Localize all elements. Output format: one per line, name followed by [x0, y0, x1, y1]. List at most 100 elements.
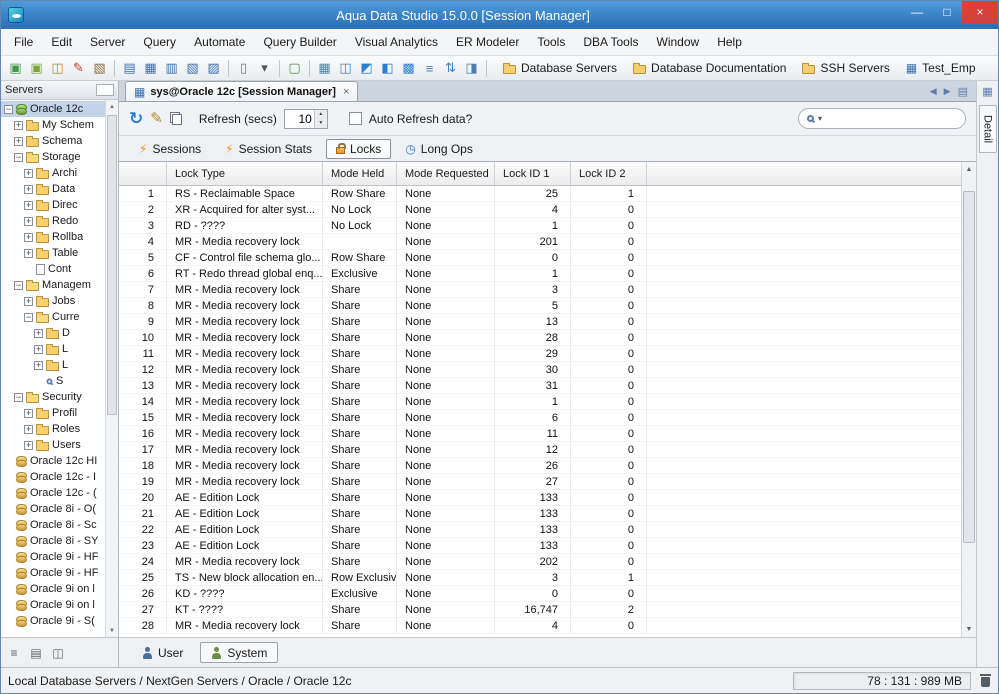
menu-query-builder[interactable]: Query Builder [254, 29, 345, 55]
menu-er-modeler[interactable]: ER Modeler [447, 29, 528, 55]
expand-toggle-icon[interactable]: + [24, 200, 33, 210]
row-lines-icon[interactable]: ≡ [419, 58, 440, 78]
expand-toggle-icon[interactable]: + [24, 168, 33, 178]
grid-scroll-up-icon[interactable]: ▲ [962, 162, 976, 177]
tree-item-cont[interactable]: Cont [1, 261, 105, 277]
expand-toggle-icon[interactable]: + [24, 408, 33, 418]
table-row[interactable]: 24 MR - Media recovery lock Share None 202 0 [119, 554, 961, 570]
split-left-icon[interactable]: ◧ [377, 58, 398, 78]
menu-server[interactable]: Server [81, 29, 134, 55]
tab-close-icon[interactable]: × [343, 86, 349, 98]
export-grid-icon[interactable]: ▧ [182, 58, 203, 78]
column-header-mode-held[interactable]: Mode Held [323, 162, 397, 185]
database-documentation-button[interactable]: Database Documentation [625, 58, 794, 78]
detail-tab[interactable]: Detail [978, 105, 997, 154]
paste-icon[interactable]: ▯ [233, 58, 254, 78]
tree-item-archi[interactable]: + Archi [1, 165, 105, 181]
dock-grid-icon[interactable]: ▤ [26, 643, 46, 663]
table-row[interactable]: 26 KD - ???? Exclusive None 0 0 [119, 586, 961, 602]
freeze-pane-icon[interactable]: ◨ [461, 58, 482, 78]
server-monitor-icon[interactable]: ▢ [284, 58, 305, 78]
tab-session-manager[interactable]: ▦ sys@Oracle 12c [Session Manager] × [125, 81, 359, 101]
table-row[interactable]: 20 AE - Edition Lock Share None 133 0 [119, 490, 961, 506]
results-grid-icon[interactable]: ▦ [140, 58, 161, 78]
expand-toggle-icon[interactable]: + [34, 328, 43, 338]
dock-folder-icon[interactable]: ◫ [48, 643, 68, 663]
paste-options-icon[interactable]: ▾ [254, 58, 275, 78]
menu-window[interactable]: Window [648, 29, 709, 55]
column-header-mode-requested[interactable]: Mode Requested [397, 162, 495, 185]
tree-item-direc[interactable]: + Direc [1, 197, 105, 213]
expand-toggle-icon[interactable]: + [14, 120, 23, 130]
garbage-collect-icon[interactable] [980, 674, 991, 687]
tree-item-oracle-12c[interactable]: − Oracle 12c [1, 101, 105, 117]
tree-item-jobs[interactable]: + Jobs [1, 293, 105, 309]
table-row[interactable]: 12 MR - Media recovery lock Share None 30 0 [119, 362, 961, 378]
bottom-tab-user[interactable]: User [131, 642, 194, 663]
subtab-session-stats[interactable]: ⚡ Session Stats [215, 139, 322, 159]
tree-item-data[interactable]: + Data [1, 181, 105, 197]
grid-all-icon[interactable]: ▩ [398, 58, 419, 78]
expand-toggle-icon[interactable]: + [14, 136, 23, 146]
expand-toggle-icon[interactable]: + [34, 344, 43, 354]
grid-scrollbar-thumb[interactable] [963, 191, 975, 543]
database-servers-button[interactable]: Database Servers [495, 58, 625, 78]
grid-view-icon[interactable]: ▦ [314, 58, 335, 78]
table-row[interactable]: 17 MR - Media recovery lock Share None 12 0 [119, 442, 961, 458]
sidebar-scrollbar[interactable]: ▲ ▼ [105, 100, 118, 637]
tree-item-oracle-9i-on-l[interactable]: Oracle 9i on l [1, 581, 105, 597]
ssh-servers-button[interactable]: SSH Servers [794, 58, 897, 78]
tree-item-oracle-12c-hi[interactable]: Oracle 12c HI [1, 453, 105, 469]
table-row[interactable]: 11 MR - Media recovery lock Share None 29 0 [119, 346, 961, 362]
expand-toggle-icon[interactable]: + [24, 248, 33, 258]
table-row[interactable]: 13 MR - Media recovery lock Share None 31 0 [119, 378, 961, 394]
table-row[interactable]: 27 KT - ???? Share None 16,747 2 [119, 602, 961, 618]
collapse-toggle-icon[interactable]: − [14, 280, 23, 290]
scroll-up-icon[interactable]: ▲ [106, 100, 118, 113]
tree-item-my-schem[interactable]: + My Schem [1, 117, 105, 133]
tree-item-redo[interactable]: + Redo [1, 213, 105, 229]
refresh-icon[interactable]: ↻ [129, 110, 143, 127]
menu-visual-analytics[interactable]: Visual Analytics [346, 29, 447, 55]
menu-query[interactable]: Query [134, 29, 185, 55]
table-row[interactable]: 23 AE - Edition Lock Share None 133 0 [119, 538, 961, 554]
register-server-group-icon[interactable]: ▣ [26, 58, 47, 78]
tree-item-oracle-8i-sy[interactable]: Oracle 8i - SY [1, 533, 105, 549]
tree-item-oracle-12c[interactable]: Oracle 12c - ( [1, 485, 105, 501]
tree-item-storage[interactable]: − Storage [1, 149, 105, 165]
menu-tools[interactable]: Tools [528, 29, 574, 55]
test-emp-button[interactable]: ▦ Test_Emp [898, 58, 984, 78]
table-row[interactable]: 4 MR - Media recovery lock None 201 0 [119, 234, 961, 250]
tree-item-l[interactable]: + L [1, 357, 105, 373]
table-row[interactable]: 28 MR - Media recovery lock Share None 4 0 [119, 618, 961, 634]
subtab-locks[interactable]: Locks [325, 138, 392, 159]
table-row[interactable]: 3 RD - ???? No Lock None 1 0 [119, 218, 961, 234]
expand-toggle-icon[interactable]: + [34, 360, 43, 370]
edit-server-icon[interactable]: ✎ [68, 58, 89, 78]
auto-refresh-checkbox[interactable] [348, 112, 362, 125]
tree-item-oracle-8i-sc[interactable]: Oracle 8i - Sc [1, 517, 105, 533]
menu-file[interactable]: File [5, 29, 42, 55]
table-row[interactable]: 6 RT - Redo thread global enq... Exclusive… [119, 266, 961, 282]
tree-item-profil[interactable]: + Profil [1, 405, 105, 421]
expand-toggle-icon[interactable]: + [24, 440, 33, 450]
tree-item-oracle-9i-on-l[interactable]: Oracle 9i on l [1, 597, 105, 613]
grid-scrollbar[interactable]: ▲ ▼ [961, 162, 976, 637]
pin-results-icon[interactable]: ▥ [161, 58, 182, 78]
column-header-lock-id-1[interactable]: Lock ID 1 [495, 162, 571, 185]
tree-item-roles[interactable]: + Roles [1, 421, 105, 437]
table-row[interactable]: 2 XR - Acquired for alter syst... No Lock N… [119, 202, 961, 218]
tree-item-oracle-12c-i[interactable]: Oracle 12c - I [1, 469, 105, 485]
table-row[interactable]: 10 MR - Media recovery lock Share None 28 0 [119, 330, 961, 346]
expand-toggle-icon[interactable]: + [24, 424, 33, 434]
table-row[interactable]: 7 MR - Media recovery lock Share None 3 0 [119, 282, 961, 298]
table-row[interactable]: 21 AE - Edition Lock Share None 133 0 [119, 506, 961, 522]
tree-item-l[interactable]: + L [1, 341, 105, 357]
collapse-toggle-icon[interactable]: − [14, 392, 23, 402]
query-analyzer-icon[interactable]: ▤ [119, 58, 140, 78]
search-input[interactable] [826, 112, 957, 125]
open-table-icon[interactable]: ▨ [203, 58, 224, 78]
table-row[interactable]: 18 MR - Media recovery lock Share None 26 0 [119, 458, 961, 474]
expand-toggle-icon[interactable]: + [24, 232, 33, 242]
tab-scroll-right-icon[interactable]: ▶ [944, 86, 951, 97]
